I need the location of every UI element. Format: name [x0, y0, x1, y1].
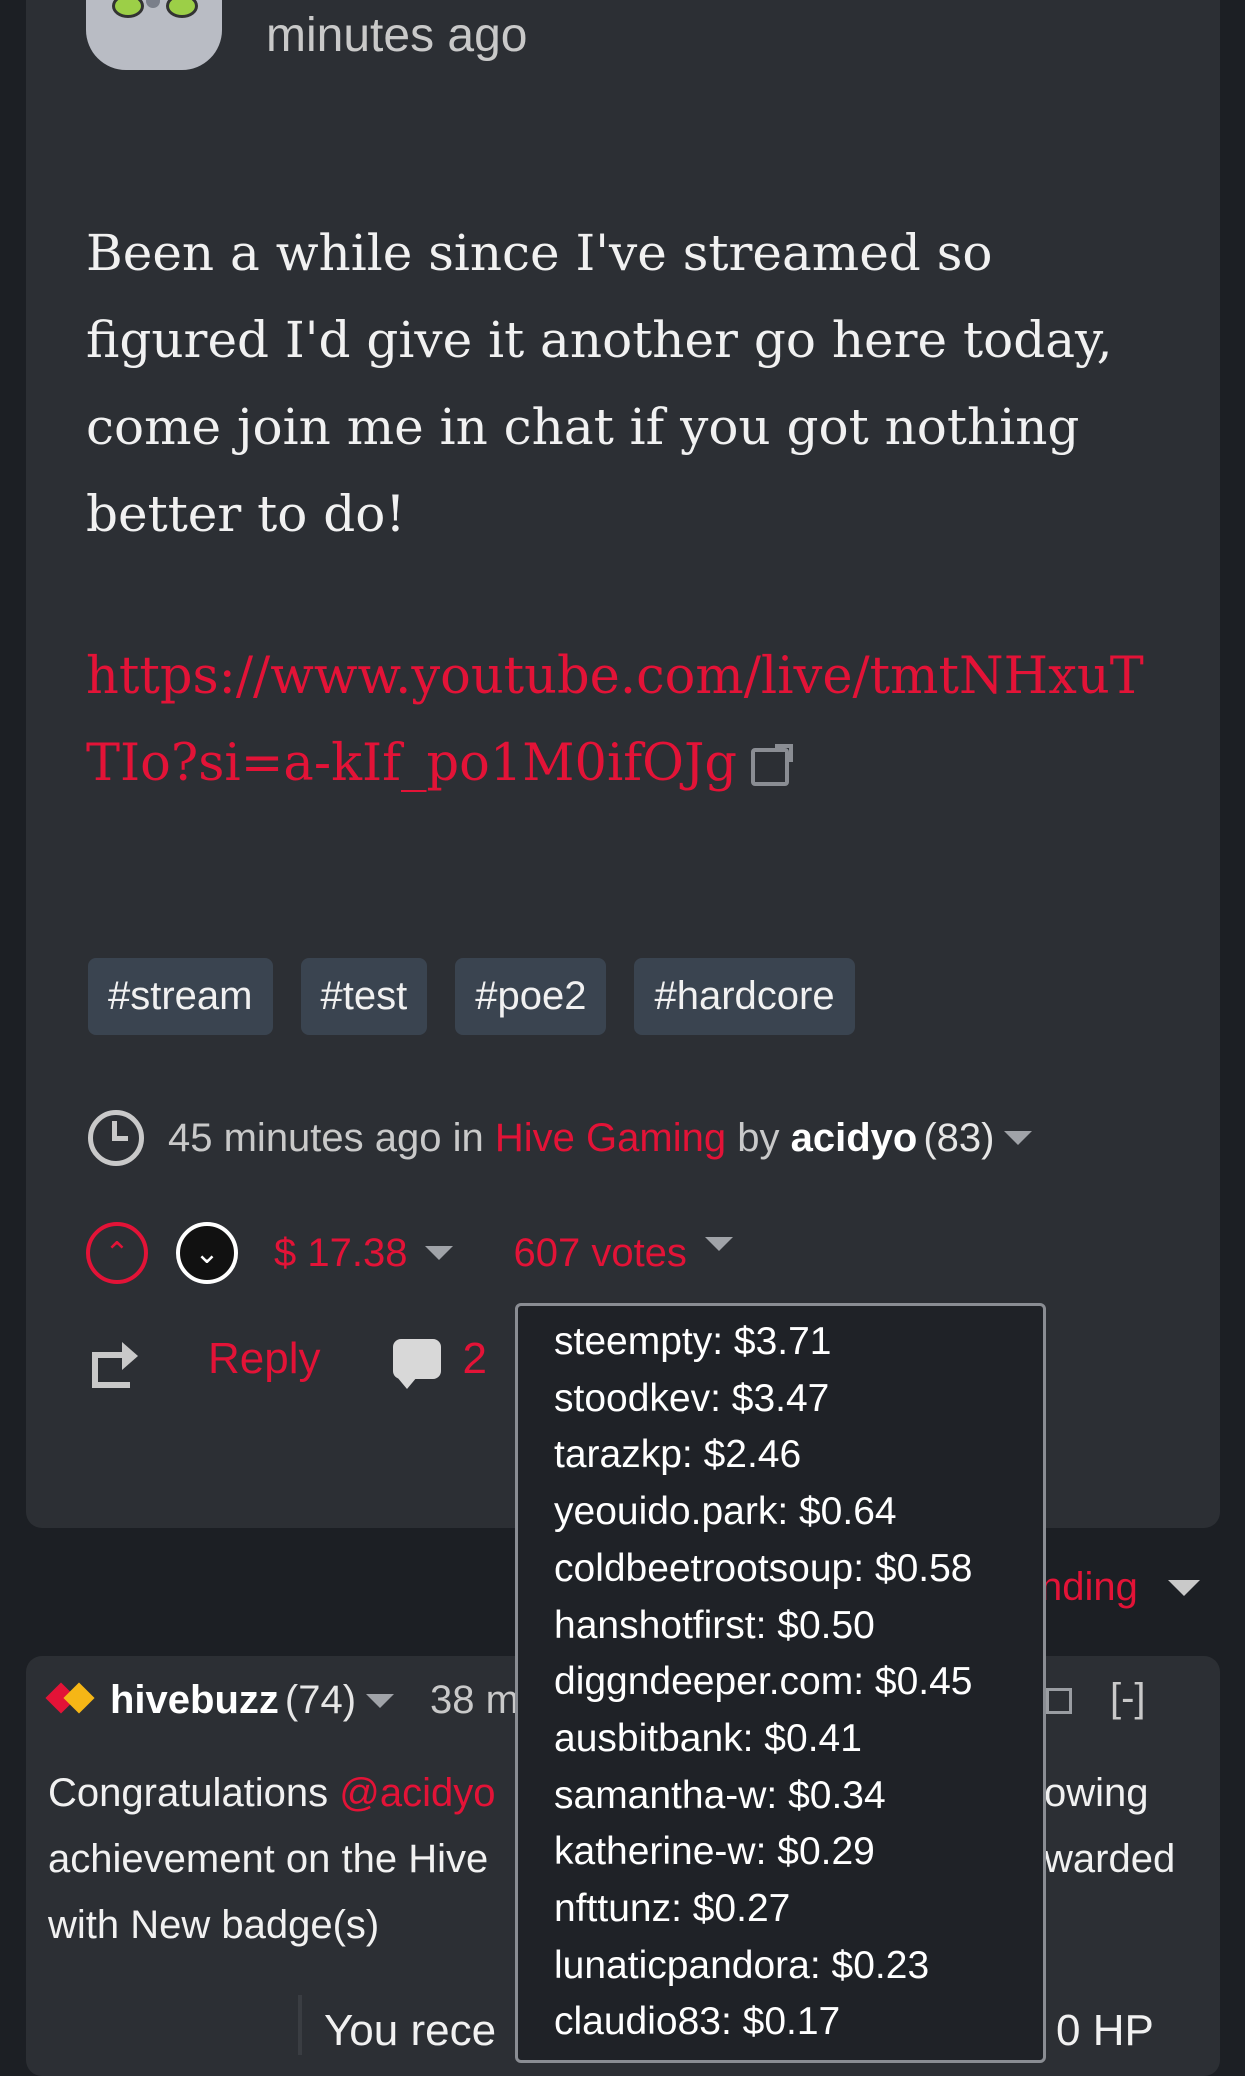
avatar-nose [146, 0, 160, 8]
payout-value[interactable]: $ 17.38 [274, 1231, 407, 1276]
post-link[interactable]: https://www.youtube.com/live/tmtNHxuTTIo… [86, 633, 1176, 807]
comment-author-reputation: (74) [284, 1678, 357, 1722]
voters-popup: steempty: $3.71 stoodkev: $3.47 tarazkp:… [515, 1303, 1046, 2063]
clock-icon [88, 1110, 144, 1166]
voter-item[interactable]: diggndeeper.com: $0.45 [518, 1654, 1043, 1711]
post-time-top: minutes ago [266, 9, 528, 62]
voter-item[interactable]: ausbitbank: $0.41 [518, 1711, 1043, 1768]
comment-author[interactable]: hivebuzz [110, 1678, 279, 1723]
voter-item[interactable]: tarazkp: $2.46 [518, 1427, 1043, 1484]
comment-link-icon[interactable] [1046, 1688, 1072, 1714]
author-avatar[interactable] [86, 0, 222, 70]
author-link[interactable]: acidyo [791, 1116, 918, 1161]
comment-line-2: achievement on the Hive [48, 1837, 489, 1881]
avatar-eye-left [112, 0, 144, 18]
tag-hardcore[interactable]: #hardcore [634, 958, 855, 1035]
voter-item[interactable]: steempty: $3.71 [518, 1314, 1043, 1371]
voter-item[interactable]: claudio83: $0.17 [518, 1994, 1043, 2051]
community-link[interactable]: Hive Gaming [495, 1116, 726, 1161]
comment-footer-left: You rece [324, 2006, 497, 2055]
comment-text-1: Congratulations [48, 1771, 340, 1815]
comment-footer-right: 0 HP [1056, 2006, 1154, 2055]
vote-row: ⌃ ⌄ $ 17.38 607 votes [86, 1222, 733, 1284]
voter-item[interactable]: lunaticpandora: $0.23 [518, 1938, 1043, 1995]
post-body: Been a while since I've streamed so figu… [86, 224, 1113, 543]
action-row: Reply 2 [92, 1334, 487, 1389]
comment-author-caret-icon[interactable] [366, 1693, 395, 1708]
comment-time: 38 m [430, 1678, 519, 1722]
tag-test[interactable]: #test [300, 958, 428, 1035]
comment-line-1: Congratulations @acidyo [48, 1760, 496, 1826]
voter-item[interactable]: nfttunz: $0.27 [518, 1881, 1043, 1938]
comment-line-3: with New badge(s) [48, 1903, 380, 1947]
author-menu-caret-icon[interactable] [1004, 1131, 1033, 1145]
comments-icon[interactable] [392, 1339, 441, 1389]
post-meta: 45 minutes ago in Hive Gaming by acidyo … [88, 1110, 1033, 1166]
comment-header: hivebuzz (74) 38 m [45, 1678, 519, 1723]
mention-link[interactable]: @acidyo [339, 1771, 495, 1815]
votes-caret-icon[interactable] [704, 1237, 733, 1251]
avatar-eye-right [166, 0, 198, 18]
reblog-icon[interactable] [92, 1340, 138, 1388]
comment-line-1-right: owing [1044, 1771, 1149, 1815]
sort-dropdown[interactable]: nding [1040, 1565, 1138, 1610]
reply-button[interactable]: Reply [208, 1334, 321, 1384]
tag-list: #stream #test #poe2 #hardcore [88, 958, 855, 1035]
voter-item[interactable]: stoodkev: $3.47 [518, 1371, 1043, 1428]
comment-line-2-right: warded [1044, 1837, 1176, 1881]
voter-item[interactable]: yeouido.park: $0.64 [518, 1484, 1043, 1541]
payout-caret-icon[interactable] [425, 1246, 454, 1260]
post-time: 45 minutes ago in [168, 1115, 484, 1160]
voter-item[interactable]: hanshotfirst: $0.50 [518, 1598, 1043, 1655]
voter-item[interactable]: coldbeetrootsoup: $0.58 [518, 1541, 1043, 1598]
voter-item[interactable]: katherine-w: $0.29 [518, 1824, 1043, 1881]
quote-bar [298, 1995, 302, 2055]
tag-stream[interactable]: #stream [88, 958, 273, 1035]
voter-item[interactable]: samantha-w: $0.34 [518, 1768, 1043, 1825]
sort-caret-icon[interactable] [1168, 1580, 1200, 1596]
upvote-button[interactable]: ⌃ [86, 1222, 148, 1284]
hive-logo-icon [45, 1679, 95, 1723]
votes-count[interactable]: 607 votes [513, 1231, 686, 1276]
author-reputation: (83) [923, 1115, 995, 1160]
post-link-text[interactable]: https://www.youtube.com/live/tmtNHxuTTIo… [86, 647, 1144, 793]
by-label: by [737, 1115, 780, 1160]
collapse-button[interactable]: [-] [1110, 1676, 1146, 1721]
comment-count[interactable]: 2 [463, 1334, 487, 1384]
downvote-button[interactable]: ⌄ [176, 1222, 238, 1284]
external-link-icon [751, 744, 794, 786]
tag-poe2[interactable]: #poe2 [455, 958, 607, 1035]
